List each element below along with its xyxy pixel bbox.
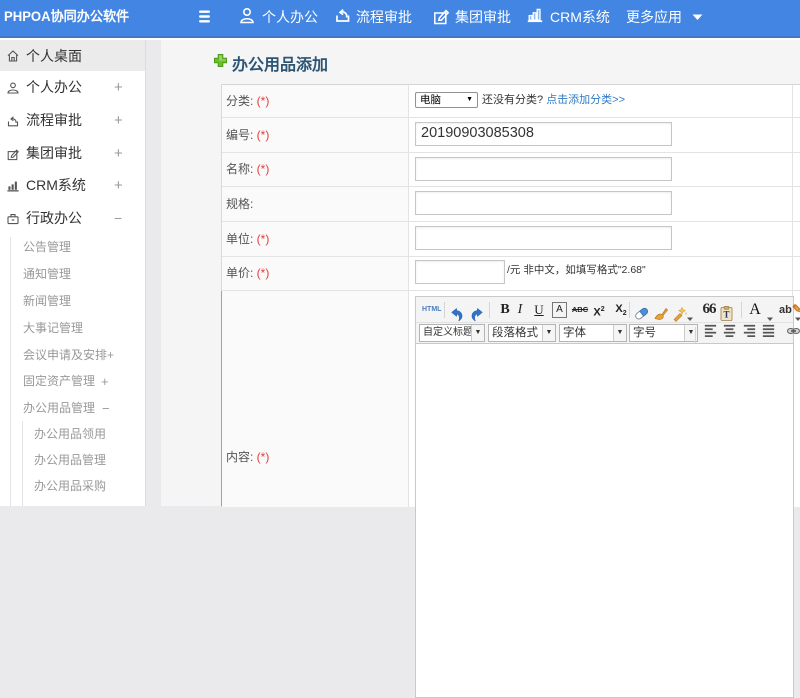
svg-text:T: T (723, 310, 729, 320)
